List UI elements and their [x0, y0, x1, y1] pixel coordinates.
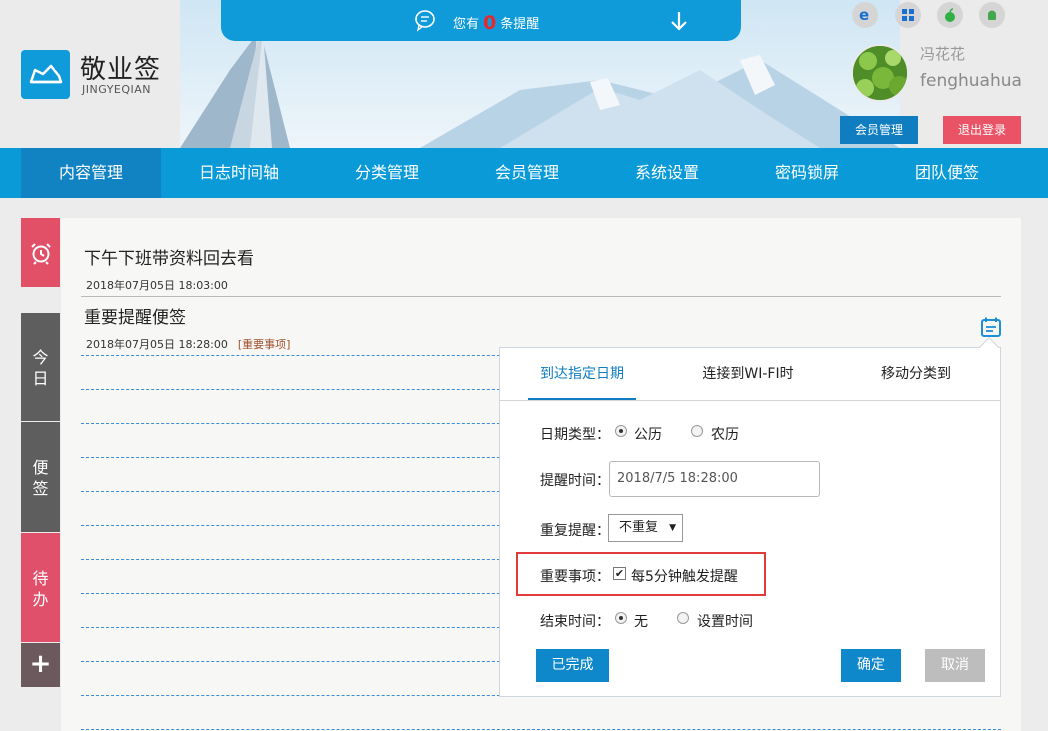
note-title[interactable]: 重要提醒便签: [84, 303, 186, 328]
reminder-count: 0: [483, 12, 497, 34]
radio-end-none-label: 无: [634, 614, 648, 630]
date-type-label: 日期类型：: [540, 427, 610, 443]
divider: [81, 296, 1001, 297]
radio-end-none[interactable]: [615, 612, 627, 624]
nav-member-manage[interactable]: 会员管理: [457, 148, 597, 198]
nav-content-manage[interactable]: 内容管理: [21, 148, 161, 198]
note-tag: [重要事项]: [237, 338, 291, 351]
repeat-select[interactable]: 不重复 ▼: [608, 514, 683, 542]
avatar[interactable]: [851, 44, 909, 102]
app-subtitle: JINGYEQIAN: [82, 83, 152, 96]
apple-icon[interactable]: [937, 2, 963, 28]
note-time: 2018年07月05日 18:28:00: [86, 338, 228, 351]
important-label: 重要事项：: [540, 569, 610, 585]
tab-underline: [500, 400, 1000, 401]
logout-button[interactable]: 退出登录: [943, 116, 1021, 144]
confirm-button[interactable]: 确定: [841, 649, 901, 682]
nav-log-timeline[interactable]: 日志时间轴: [169, 148, 309, 198]
svg-text:e: e: [859, 6, 869, 24]
note-time: 2018年07月05日 18:03:00: [86, 279, 228, 292]
chat-bubble-icon: [415, 10, 435, 32]
sidebar-tab-today[interactable]: 今 日: [21, 313, 60, 421]
member-manage-button[interactable]: 会员管理: [840, 116, 918, 144]
cancel-button[interactable]: 取消: [925, 649, 985, 682]
repeat-label: 重复提醒：: [540, 523, 610, 539]
tab-move-category[interactable]: 移动分类到: [868, 348, 964, 400]
nav-category-manage[interactable]: 分类管理: [317, 148, 457, 198]
reminder-settings-popup: 到达指定日期 连接到WI-FI时 移动分类到 日期类型： 公历 农历 提醒时间：…: [499, 337, 1001, 697]
remind-time-label: 提醒时间：: [540, 473, 610, 489]
dashed-line: [81, 729, 1001, 730]
user-name-english: fenghuahua: [920, 71, 1022, 91]
important-option-label: 每5分钟触发提醒: [631, 569, 738, 585]
sidebar-tab-todo[interactable]: 待 办: [21, 533, 60, 642]
plus-icon: +: [29, 649, 52, 679]
radio-lunar-label: 农历: [711, 427, 739, 443]
radio-end-set-time[interactable]: [677, 612, 689, 624]
logo: [21, 50, 70, 99]
chevron-down-icon: ▼: [669, 523, 676, 533]
important-checkbox[interactable]: ✔: [613, 567, 626, 580]
alarm-tab[interactable]: [21, 218, 60, 287]
nav-password-lock[interactable]: 密码锁屏: [737, 148, 877, 198]
alarm-clock-icon: [30, 242, 51, 265]
windows-icon[interactable]: [895, 2, 921, 28]
android-icon[interactable]: [979, 2, 1005, 28]
done-button[interactable]: 已完成: [536, 649, 609, 682]
app-name: 敬业签: [80, 55, 162, 85]
arrow-down-icon[interactable]: [669, 10, 689, 32]
radio-end-set-time-label: 设置时间: [697, 614, 753, 630]
end-time-label: 结束时间：: [540, 614, 610, 630]
calendar-icon[interactable]: [980, 316, 1002, 338]
main-nav: 内容管理 日志时间轴 分类管理 会员管理 系统设置 密码锁屏 团队便签: [0, 148, 1048, 198]
ie-icon[interactable]: e: [852, 2, 878, 28]
sidebar-tab-notes[interactable]: 便 签: [21, 422, 60, 532]
note-title[interactable]: 下午下班带资料回去看: [84, 244, 254, 269]
user-name-chinese: 冯花花: [920, 45, 966, 63]
shoe-logo-icon: [29, 64, 63, 84]
radio-lunar-calendar[interactable]: [691, 425, 703, 437]
reminder-notice-bar[interactable]: 您有 0 条提醒: [221, 0, 741, 41]
nav-system-settings[interactable]: 系统设置: [597, 148, 737, 198]
add-button[interactable]: +: [21, 643, 60, 687]
remind-time-input[interactable]: 2018/7/5 18:28:00: [609, 461, 820, 497]
tab-wifi-connect[interactable]: 连接到WI-FI时: [698, 348, 798, 400]
reminder-notice-text: 您有 0 条提醒: [453, 12, 540, 34]
radio-solar-calendar[interactable]: [615, 425, 627, 437]
tab-specified-date[interactable]: 到达指定日期: [528, 348, 636, 400]
header: 您有 0 条提醒 敬业签 JINGYEQIAN e 冯花花 fenghuahua…: [0, 0, 1048, 148]
nav-team-notes[interactable]: 团队便签: [877, 148, 1017, 198]
note-time-row: 2018年07月05日 18:28:00 [重要事项]: [86, 336, 290, 352]
radio-solar-label: 公历: [634, 427, 662, 443]
